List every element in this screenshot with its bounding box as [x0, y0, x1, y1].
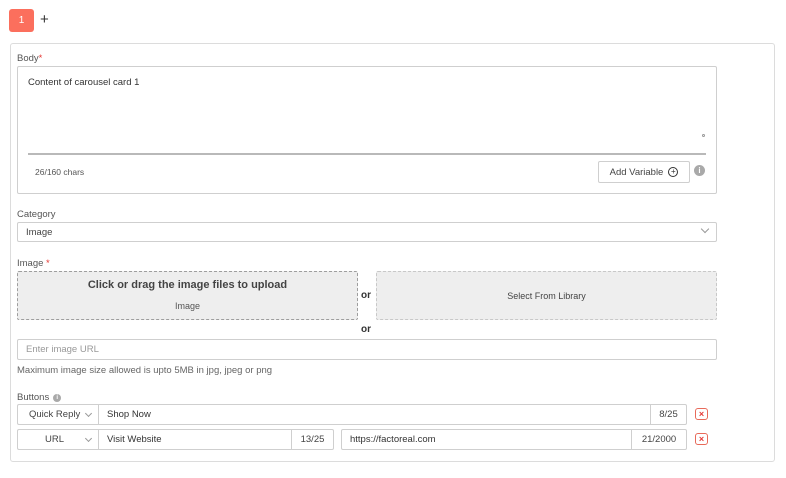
image-size-hint: Maximum image size allowed is upto 5MB i… — [17, 365, 273, 376]
delete-button-icon[interactable]: × — [695, 408, 708, 420]
card-tab-1[interactable]: 1 — [9, 9, 34, 32]
plus-circle-icon: + — [668, 167, 679, 177]
add-variable-button[interactable]: Add Variable + — [598, 161, 690, 183]
button-text-input[interactable] — [98, 404, 651, 425]
add-card-button[interactable]: + — [40, 11, 49, 29]
delete-button-icon[interactable]: × — [695, 433, 708, 445]
button-type-value: URL — [45, 434, 65, 445]
chevron-down-icon — [84, 434, 93, 443]
char-count: 26/160 chars — [35, 167, 85, 177]
body-divider — [28, 153, 706, 155]
info-icon[interactable]: i — [694, 165, 705, 176]
select-from-library-button[interactable]: Select From Library — [376, 271, 717, 320]
image-dropzone[interactable]: Click or drag the image files to upload … — [17, 271, 358, 320]
info-icon[interactable]: i — [53, 393, 62, 402]
image-label: Image * — [17, 258, 50, 269]
required-mark: * — [38, 53, 43, 64]
dropzone-title: Click or drag the image files to upload — [87, 279, 288, 291]
button-text-counter: 8/25 — [650, 404, 687, 425]
category-label: Category — [17, 209, 56, 220]
required-mark: * — [46, 258, 50, 269]
body-text[interactable]: Content of carousel card 1 — [28, 77, 139, 88]
image-url-input[interactable] — [17, 339, 717, 360]
category-selected-value: Image — [26, 226, 53, 238]
buttons-label: Buttons i — [17, 392, 62, 403]
button-text-counter: 13/25 — [291, 429, 334, 450]
dropzone-subtitle: Image — [174, 301, 200, 311]
button-text-input[interactable] — [98, 429, 292, 450]
button-url-input[interactable] — [341, 429, 632, 450]
chevron-down-icon — [84, 409, 93, 418]
button-type-value: Quick Reply — [29, 409, 81, 420]
button-type-select[interactable]: URL — [17, 429, 99, 450]
or-separator: or — [361, 290, 371, 301]
or-separator: or — [361, 324, 371, 335]
button-url-counter: 21/2000 — [631, 429, 687, 450]
chevron-down-icon — [700, 224, 710, 234]
add-variable-label: Add Variable — [609, 166, 664, 178]
body-label: Body* — [17, 53, 43, 64]
resize-handle-icon[interactable] — [702, 134, 705, 137]
category-select[interactable]: Image — [17, 222, 717, 242]
button-type-select[interactable]: Quick Reply — [17, 404, 99, 425]
